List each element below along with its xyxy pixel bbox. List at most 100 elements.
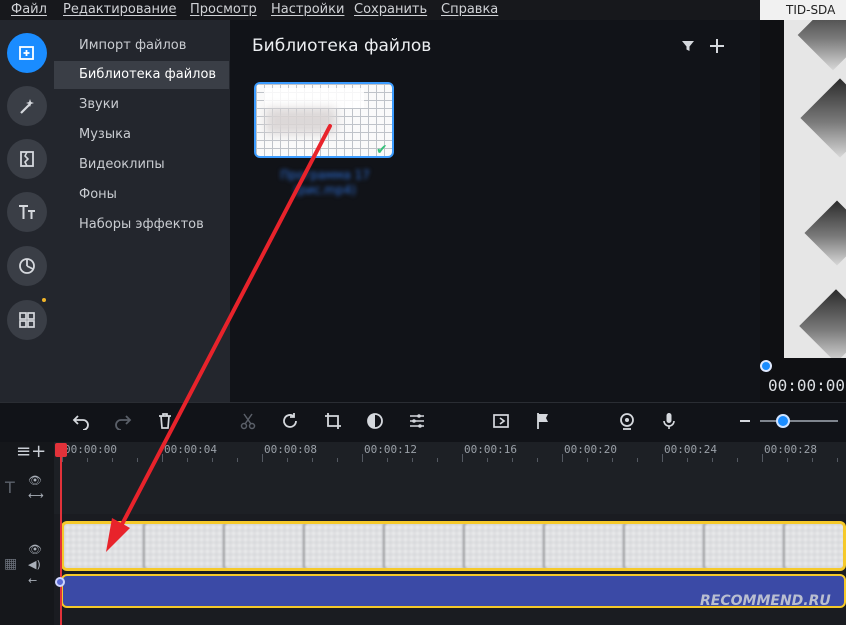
ruler-tick — [162, 454, 163, 462]
clip-properties-icon[interactable] — [491, 411, 511, 431]
ruler-tick-label: 00:00:04 — [164, 443, 217, 456]
volume-icon[interactable]: ◀) — [28, 558, 41, 571]
playhead-handle[interactable] — [55, 443, 67, 457]
webcam-icon[interactable] — [617, 411, 637, 431]
zoom-slider-track[interactable] — [760, 420, 838, 422]
import-icon[interactable] — [7, 33, 47, 73]
category-sounds[interactable]: Звуки — [54, 91, 230, 119]
ruler-tick — [137, 458, 138, 462]
eye-icon[interactable]: 👁 — [28, 543, 42, 556]
menu-edit[interactable]: Редактирование — [63, 2, 176, 17]
link-icon[interactable]: ⟷ — [28, 489, 44, 502]
ruler-tick — [412, 458, 413, 462]
title-track[interactable] — [54, 464, 846, 514]
category-backgrounds[interactable]: Фоны — [54, 181, 230, 209]
file-caption: Программа 17 (рис.mp4) — [280, 168, 370, 197]
category-panel: Импорт файлов Библиотека файлов Звуки Му… — [54, 20, 230, 402]
ruler-tick — [512, 458, 513, 462]
eye-icon[interactable]: 👁 — [28, 474, 42, 487]
filter-icon[interactable] — [681, 38, 695, 52]
menu-file[interactable]: Файл — [11, 2, 47, 17]
file-thumbnail[interactable]: ✔ — [254, 82, 394, 158]
notification-dot — [42, 298, 46, 302]
ruler-tick-label: 00:00:12 — [364, 443, 417, 456]
add-file-icon[interactable] — [708, 37, 726, 55]
ruler-tick — [812, 458, 813, 462]
ruler-tick — [87, 458, 88, 462]
audio-clip-handle[interactable] — [55, 577, 65, 587]
zoom-out-icon[interactable] — [735, 411, 755, 431]
preview-frame — [784, 20, 846, 358]
video-clip[interactable] — [61, 521, 846, 571]
library-title: Библиотека файлов — [252, 36, 432, 56]
ruler-tick — [662, 454, 663, 462]
category-import[interactable]: Импорт файлов — [54, 32, 230, 60]
ruler-tick — [537, 458, 538, 462]
check-icon: ✔ — [376, 142, 388, 158]
thumbnail-text-block — [264, 88, 364, 108]
microphone-icon[interactable] — [659, 411, 679, 431]
category-effect-sets[interactable]: Наборы эффектов — [54, 211, 230, 239]
library-panel — [230, 20, 760, 402]
ruler-tick — [237, 458, 238, 462]
titles-icon[interactable] — [7, 192, 47, 232]
ruler-tick — [462, 454, 463, 462]
ruler-tick — [837, 458, 838, 462]
ruler-tick — [562, 454, 563, 462]
menu-bar: Файл Редактирование Просмотр Настройки С… — [0, 0, 760, 20]
category-music[interactable]: Музыка — [54, 121, 230, 149]
ruler-tick — [112, 458, 113, 462]
redo-icon[interactable] — [113, 411, 133, 431]
ruler-tick — [387, 458, 388, 462]
ruler-tick-label: 00:00:08 — [264, 443, 317, 456]
equalizer-icon[interactable] — [407, 411, 427, 431]
ruler-tick — [637, 458, 638, 462]
undo-icon[interactable] — [71, 411, 91, 431]
ruler-tick — [787, 458, 788, 462]
preview-scrubber[interactable] — [760, 360, 772, 372]
stickers-icon[interactable] — [7, 246, 47, 286]
transitions-icon[interactable] — [7, 139, 47, 179]
video-track-icon: ▦ — [4, 556, 18, 572]
crop-icon[interactable] — [323, 411, 343, 431]
menu-settings[interactable]: Настройки — [271, 2, 344, 17]
preview-time: 00:00:00 — [768, 376, 846, 395]
watermark-bottom: RECOMMEND.RU — [700, 593, 831, 609]
ruler-tick-label: 00:00:28 — [764, 443, 817, 456]
ruler-tick — [337, 458, 338, 462]
ruler-tick — [487, 458, 488, 462]
ruler-tick — [187, 458, 188, 462]
delete-icon[interactable] — [155, 411, 175, 431]
ruler-tick — [687, 458, 688, 462]
ruler-tick — [437, 458, 438, 462]
tool-rail — [0, 20, 54, 402]
category-videoclips[interactable]: Видеоклипы — [54, 151, 230, 179]
magic-wand-icon[interactable] — [7, 86, 47, 126]
ruler-tick-label: 00:00:16 — [464, 443, 517, 456]
ruler-tick — [612, 458, 613, 462]
menu-view[interactable]: Просмотр — [190, 2, 257, 17]
marker-flag-icon[interactable] — [533, 411, 553, 431]
ruler-tick — [262, 454, 263, 462]
ruler-tick — [737, 458, 738, 462]
add-track-icon[interactable]: ≡+ — [16, 441, 46, 462]
thumbnail-figure — [266, 108, 336, 134]
ruler-tick — [212, 458, 213, 462]
text-track-icon: T — [5, 478, 15, 497]
ruler-tick — [312, 458, 313, 462]
playhead[interactable] — [60, 448, 62, 625]
more-tools-icon[interactable] — [7, 300, 47, 340]
color-adjust-icon[interactable] — [365, 411, 385, 431]
zoom-slider-knob[interactable] — [776, 414, 790, 428]
ruler-tick — [362, 454, 363, 462]
menu-help[interactable]: Справка — [441, 2, 498, 17]
rotate-icon[interactable] — [280, 411, 300, 431]
ruler-tick — [712, 458, 713, 462]
back-arrow-icon[interactable]: ← — [28, 574, 37, 587]
ruler-tick-label: 00:00:20 — [564, 443, 617, 456]
watermark-top: TID-SDA — [760, 0, 846, 20]
menu-save[interactable]: Сохранить — [354, 2, 427, 17]
ruler-tick — [287, 458, 288, 462]
category-library[interactable]: Библиотека файлов — [54, 61, 229, 89]
scissors-icon[interactable] — [238, 411, 258, 431]
